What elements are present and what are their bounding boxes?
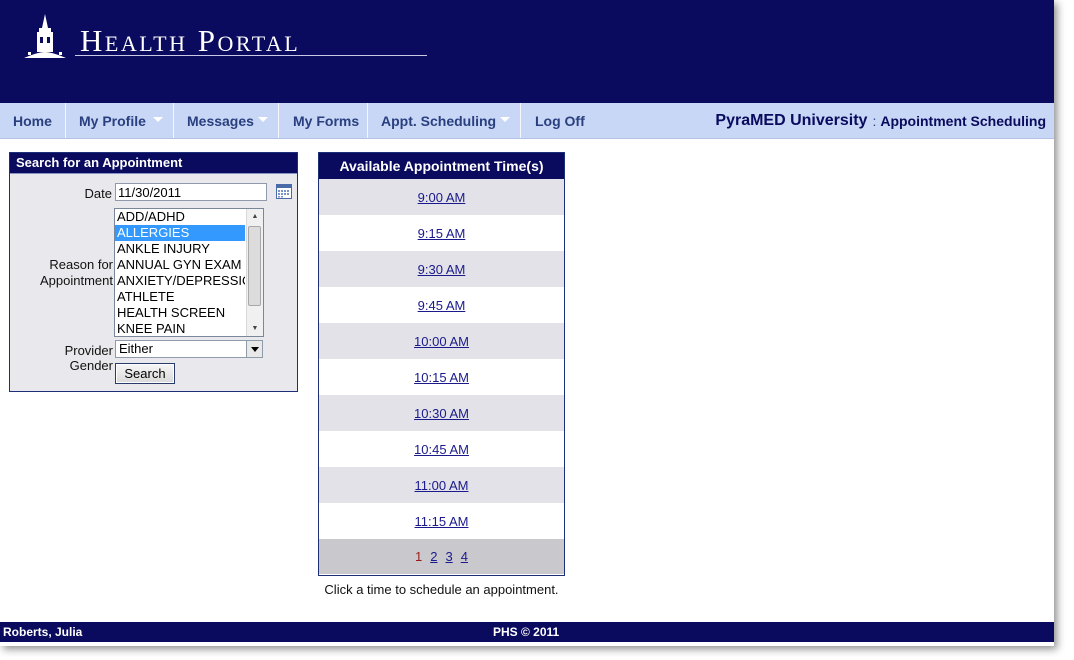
date-field[interactable] xyxy=(115,183,267,201)
calendar-icon[interactable] xyxy=(276,183,292,199)
time-slot-row: 10:00 AM xyxy=(319,323,564,359)
time-slot-row: 9:00 AM xyxy=(319,179,564,215)
date-label: Date xyxy=(84,186,112,201)
footer: Roberts, Julia PHS © 2011 xyxy=(0,622,1054,642)
time-slot-row: 11:15 AM xyxy=(319,503,564,539)
nav-divider xyxy=(173,103,174,138)
chevron-down-icon[interactable] xyxy=(500,117,510,122)
page-link[interactable]: 3 xyxy=(446,549,453,564)
time-slot-row: 11:00 AM xyxy=(319,467,564,503)
nav-log-off-label: Log Off xyxy=(535,112,585,129)
scrollbar[interactable]: ▲ ▼ xyxy=(246,209,263,336)
pagination: 1234 xyxy=(319,539,564,574)
reason-option[interactable]: ATHLETE xyxy=(115,289,245,305)
footer-copyright: PHS © 2011 xyxy=(493,625,560,639)
time-slot-link[interactable]: 9:15 AM xyxy=(418,226,466,241)
chevron-down-icon[interactable] xyxy=(246,341,262,357)
reason-option[interactable]: HEALTH SCREEN xyxy=(115,305,245,321)
reason-listbox[interactable]: ADD/ADHD ALLERGIES ANKLE INJURY ANNUAL GYN … xyxy=(114,208,264,337)
time-slot-link[interactable]: 9:45 AM xyxy=(418,298,466,313)
search-panel: Search for an Appointment Date Reason fo… xyxy=(9,152,298,392)
page-title: PyraMED University : Appointment Schedul… xyxy=(715,103,1046,138)
nav-my-forms[interactable]: My Forms xyxy=(293,103,359,138)
available-times-panel: Available Appointment Time(s) 9:00 AM 9:1… xyxy=(318,152,565,576)
nav-my-profile-label: My Profile xyxy=(79,112,146,129)
reason-option[interactable]: ADD/ADHD xyxy=(115,209,245,225)
time-slot-link[interactable]: 10:30 AM xyxy=(414,406,469,421)
nav-appt-scheduling-label: Appt. Scheduling xyxy=(381,112,497,129)
time-slot-row: 10:30 AM xyxy=(319,395,564,431)
time-slot-link[interactable]: 10:15 AM xyxy=(414,370,469,385)
gender-label: Provider Gender xyxy=(64,343,113,373)
time-slot-link[interactable]: 10:45 AM xyxy=(414,442,469,457)
reason-label: Reason for Appointment xyxy=(20,257,113,289)
page-link[interactable]: 2 xyxy=(430,549,437,564)
nav-messages-label: Messages xyxy=(187,112,254,129)
schedule-hint: Click a time to schedule an appointment. xyxy=(324,582,559,597)
time-slot-row: 9:45 AM xyxy=(319,287,564,323)
scroll-up-icon[interactable]: ▲ xyxy=(247,209,263,224)
nav-my-profile[interactable]: My Profile xyxy=(79,103,146,138)
app-window: Health Portal Home My Profile Messages M… xyxy=(0,0,1054,646)
time-slot-link[interactable]: 10:00 AM xyxy=(414,334,469,349)
reason-label-line1: Reason for xyxy=(49,257,113,272)
title-separator: : xyxy=(872,112,877,129)
nav-divider xyxy=(65,103,66,138)
time-slot-link[interactable]: 11:15 AM xyxy=(415,514,469,529)
time-slot-link[interactable]: 9:00 AM xyxy=(418,190,466,205)
page-link[interactable]: 4 xyxy=(461,549,468,564)
reason-label-line2: Appointment xyxy=(40,273,113,288)
nav-divider xyxy=(367,103,368,138)
current-page: 1 xyxy=(415,549,423,564)
reason-option[interactable]: ANNUAL GYN EXAM xyxy=(115,257,245,273)
nav-home-label: Home xyxy=(13,112,52,129)
section-title: Appointment Scheduling xyxy=(880,112,1046,129)
time-slot-list: 9:00 AM 9:15 AM 9:30 AM 9:45 AM 10:00 AM 10:1… xyxy=(319,179,564,539)
time-slot-link[interactable]: 9:30 AM xyxy=(418,262,466,277)
chevron-down-icon[interactable] xyxy=(153,117,163,122)
nav-messages[interactable]: Messages xyxy=(187,103,254,138)
nav-log-off[interactable]: Log Off xyxy=(535,103,585,138)
nav-my-forms-label: My Forms xyxy=(293,112,360,129)
time-slot-row: 10:45 AM xyxy=(319,431,564,467)
chevron-down-icon[interactable] xyxy=(258,117,268,122)
reason-option[interactable]: ALLERGIES xyxy=(115,225,245,241)
reason-option[interactable]: ANKLE INJURY xyxy=(115,241,245,257)
time-slot-row: 9:15 AM xyxy=(319,215,564,251)
search-button[interactable]: Search xyxy=(115,363,175,384)
scroll-down-icon[interactable]: ▼ xyxy=(247,321,263,336)
time-slot-row: 9:30 AM xyxy=(319,251,564,287)
logo-underline xyxy=(75,55,427,56)
university-name: PyraMED University xyxy=(715,111,868,129)
time-slot-link[interactable]: 11:00 AM xyxy=(415,478,469,493)
nav-bar: Home My Profile Messages My Forms Appt. … xyxy=(0,103,1054,139)
logo-text: Health Portal xyxy=(80,23,301,58)
nav-appt-scheduling[interactable]: Appt. Scheduling xyxy=(381,103,496,138)
reason-options: ADD/ADHD ALLERGIES ANKLE INJURY ANNUAL GYN … xyxy=(115,209,263,336)
available-times-title: Available Appointment Time(s) xyxy=(319,153,564,179)
footer-user-name: Roberts, Julia xyxy=(3,625,83,639)
header-banner: Health Portal xyxy=(0,0,1054,103)
time-slot-row: 10:15 AM xyxy=(319,359,564,395)
search-panel-title: Search for an Appointment xyxy=(10,153,297,174)
scroll-thumb[interactable] xyxy=(248,226,261,306)
gender-value: Either xyxy=(119,341,153,356)
reason-option[interactable]: KNEE PAIN xyxy=(115,321,245,336)
bell-tower-logo-icon xyxy=(24,14,66,58)
nav-divider xyxy=(520,103,521,138)
nav-home[interactable]: Home xyxy=(13,103,52,138)
reason-option[interactable]: ANXIETY/DEPRESSIO xyxy=(115,273,245,289)
provider-gender-select[interactable]: Either xyxy=(115,340,263,358)
nav-divider xyxy=(278,103,279,138)
